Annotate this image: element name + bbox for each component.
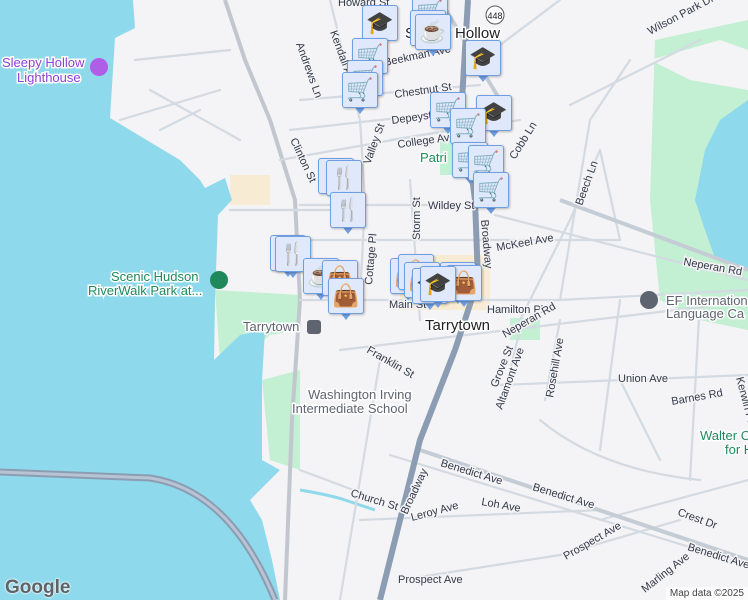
google-logo: Google (5, 577, 71, 598)
shopping-icon: 🛒 (450, 108, 486, 144)
train-icon[interactable] (307, 320, 321, 334)
shopping-marker[interactable]: 🛒 (473, 172, 509, 216)
restaurant-icon: 🍴 (326, 160, 362, 196)
shopping-bag-icon: 👜 (328, 278, 364, 314)
poi-ef-label[interactable]: EF InternationalLanguage Ca (665, 292, 748, 323)
camera-icon[interactable] (90, 58, 108, 76)
shopping-icon: 🛒 (473, 172, 509, 208)
route-shield: 448 (487, 11, 502, 21)
map-attribution[interactable]: Map data ©2025 (665, 587, 748, 600)
school-poi-icon[interactable] (640, 291, 658, 309)
street-label: Storm St (411, 197, 423, 240)
street-label: Union Ave (618, 373, 668, 385)
poi-station-label[interactable]: Tarrytown (242, 318, 301, 336)
school-marker[interactable]: 🎓 (465, 40, 501, 84)
street-label: Prospect Ave (398, 574, 463, 586)
street-label: Wildey St (428, 200, 474, 212)
cafe-marker[interactable]: ☕ (415, 14, 451, 58)
poi-patriot-label[interactable]: Patri (419, 149, 449, 167)
park-tree-icon[interactable] (210, 271, 228, 289)
restaurant-icon: 🍴 (330, 192, 366, 228)
school-icon: 🎓 (465, 40, 501, 76)
restaurant-marker[interactable]: 🍴 (330, 192, 366, 236)
school-icon: 🎓 (362, 5, 398, 41)
cafe-icon: ☕ (415, 14, 451, 50)
school-marker[interactable]: 🎓 (420, 266, 456, 310)
shopping-icon: 🛒 (342, 72, 378, 108)
town-label-tarrytown[interactable]: Tarrytown (424, 316, 492, 336)
school-icon: 🎓 (420, 266, 456, 302)
shopping-marker[interactable]: 🛒 (342, 72, 378, 116)
poi-school-label[interactable]: Washington Irving Intermediate School (291, 386, 414, 418)
shopping-bag-marker[interactable]: 👜 (328, 278, 364, 322)
